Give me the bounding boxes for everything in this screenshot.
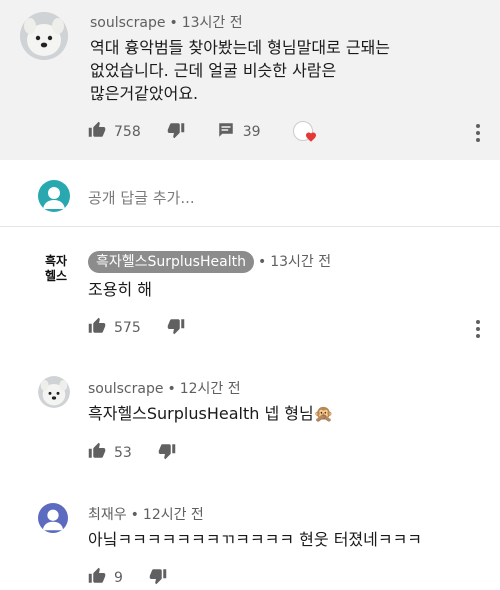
timestamp[interactable]: 13시간 전 (270, 254, 331, 270)
channel-logo-icon: 흑자 헬스 (45, 253, 67, 283)
avatar[interactable]: 흑자 헬스 (38, 250, 74, 286)
like-count: 575 (114, 320, 141, 336)
avatar[interactable] (38, 503, 68, 533)
comment-body: 역대 흉악범들 찾아봤는데 형님말대로 근돼는 없었습니다. 근데 얼굴 비슷한… (90, 36, 390, 105)
reply-actions: 53 (88, 441, 176, 465)
thumb-down-icon[interactable] (167, 121, 185, 143)
reply-input[interactable]: 공개 답글 추가... (88, 187, 195, 208)
dog-avatar-icon (20, 12, 68, 60)
more-vert-icon[interactable] (476, 320, 480, 338)
thumb-down-icon[interactable] (167, 317, 185, 339)
my-avatar (38, 180, 70, 212)
author-name[interactable]: 최재우 (88, 507, 127, 523)
reply-meta: 최재우 • 12시간 전 (88, 507, 204, 523)
reply-meta: soulscrape • 12시간 전 (88, 381, 241, 397)
dog-avatar-icon (38, 376, 70, 408)
svg-text:헬스: 헬스 (45, 268, 67, 283)
thumb-down-icon[interactable] (149, 567, 167, 589)
timestamp[interactable]: 12시간 전 (143, 507, 204, 523)
timestamp[interactable]: 12시간 전 (180, 381, 241, 397)
thumb-up-icon[interactable] (88, 317, 106, 339)
creator-heart-icon (292, 120, 319, 144)
comment-meta: soulscrape • 13시간 전 (90, 15, 243, 31)
avatar[interactable] (20, 12, 68, 60)
reply-body: 아닠ㅋㅋㅋㅋㅋㅋㅋㄲㅋㅋㅋㅋ 현웃 터졌네ㅋㅋㅋ (88, 530, 423, 549)
thumb-up-icon[interactable] (88, 567, 106, 589)
comment-line: 역대 흉악범들 찾아봤는데 형님말대로 근돼는 (90, 38, 391, 57)
reply-body: 흑자헬스SurplusHealth 넵 형님🙊 (88, 404, 334, 423)
author-name[interactable]: soulscrape (90, 15, 165, 31)
svg-text:흑자: 흑자 (45, 253, 67, 268)
more-vert-icon[interactable] (476, 124, 480, 142)
thumb-down-icon[interactable] (158, 442, 176, 464)
thumb-up-icon[interactable] (88, 121, 106, 143)
creator-badge[interactable]: 흑자헬스SurplusHealth (88, 251, 254, 273)
reply-count[interactable]: 39 (243, 124, 261, 140)
reply-actions: 575 (88, 316, 185, 340)
person-icon (42, 509, 64, 531)
like-count: 758 (114, 124, 141, 140)
divider (0, 226, 500, 227)
comment-line: 많은거같았어요. (90, 84, 199, 103)
person-icon (43, 187, 65, 209)
thumb-up-icon[interactable] (88, 442, 106, 464)
author-name[interactable]: soulscrape (88, 381, 163, 397)
reply-actions: 9 (88, 566, 167, 590)
reply-meta: 흑자헬스SurplusHealth • 13시간 전 (88, 251, 331, 273)
comment-line: 없었습니다. 근데 얼굴 비슷한 사람은 (90, 61, 337, 80)
like-count: 53 (114, 445, 132, 461)
comment-icon[interactable] (217, 121, 235, 143)
reply-body: 조용히 해 (88, 280, 152, 299)
highlighted-comment: soulscrape • 13시간 전 역대 흉악범들 찾아봤는데 형님말대로 근돼… (0, 0, 500, 160)
timestamp[interactable]: 13시간 전 (182, 15, 243, 31)
like-count: 9 (114, 570, 123, 586)
comment-actions: 758 39 (88, 120, 319, 144)
avatar[interactable] (38, 376, 70, 408)
